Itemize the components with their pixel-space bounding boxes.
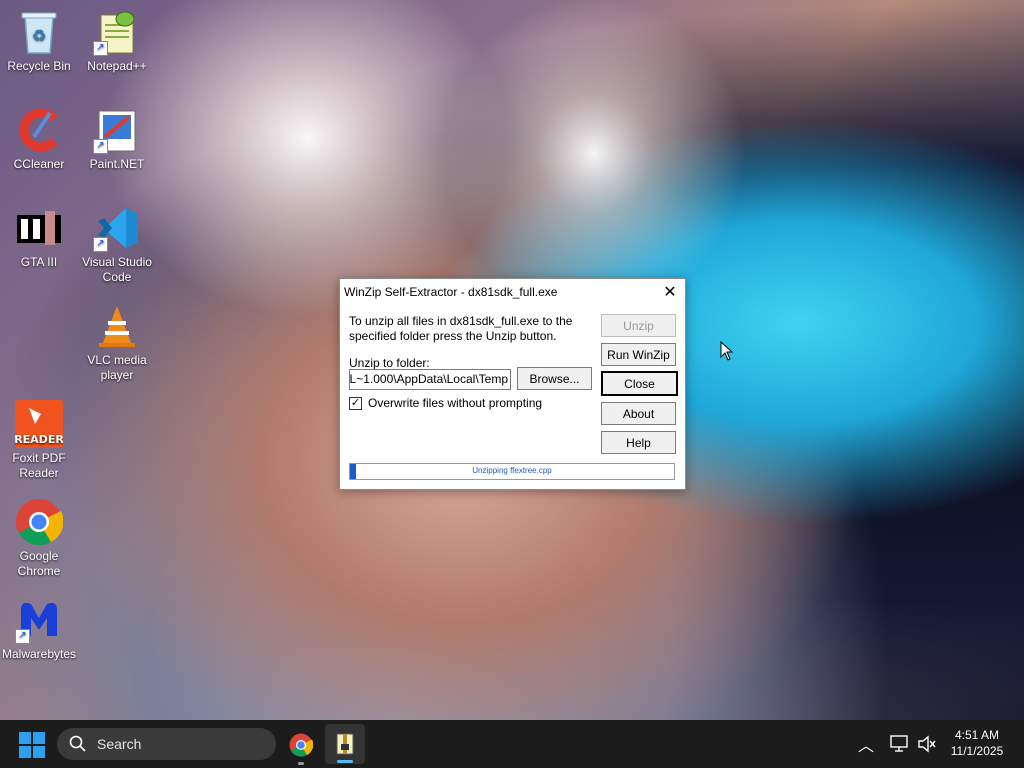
chrome-icon	[289, 733, 313, 757]
run-winzip-button[interactable]: Run WinZip	[601, 343, 676, 366]
overwrite-checkbox-label: Overwrite files without prompting	[368, 396, 543, 410]
chevron-up-icon[interactable]: ︿	[858, 732, 874, 756]
help-button[interactable]: Help	[601, 431, 676, 454]
search-icon	[69, 735, 86, 752]
overwrite-checkbox[interactable]: ✓	[349, 396, 362, 410]
desktop-icon-foxit-reader[interactable]: READER Foxit PDF Reader	[0, 400, 78, 481]
mouse-cursor-icon	[720, 341, 734, 361]
taskbar-search[interactable]: Search	[57, 728, 276, 760]
notepad-plus-plus-icon: ↗	[93, 8, 141, 56]
windows-logo-icon-part	[33, 746, 45, 758]
running-indicator	[298, 762, 304, 765]
search-placeholder: Search	[97, 736, 142, 752]
clock[interactable]: 4:51 AM 11/1/2025	[942, 727, 1012, 759]
overwrite-checkbox-row[interactable]: ✓ Overwrite files without prompting	[349, 396, 542, 410]
desktop-icon-label: GTA III	[20, 255, 58, 269]
ccleaner-icon	[15, 106, 63, 154]
taskbar-winzip[interactable]	[325, 724, 365, 764]
browse-button[interactable]: Browse...	[517, 367, 592, 390]
desktop-icon-label: Google Chrome	[17, 549, 61, 578]
foxit-badge-text: READER	[15, 433, 63, 446]
desktop-icon-label: Notepad++	[87, 59, 147, 73]
svg-text:♻: ♻	[32, 26, 46, 45]
desktop-icon-vlc[interactable]: VLC media player	[78, 302, 156, 383]
dialog-instructions: To unzip all files in dx81sdk_full.exe t…	[349, 314, 573, 343]
gta-iii-icon	[15, 204, 63, 252]
start-button[interactable]	[19, 732, 45, 758]
desktop-icon-gta-iii[interactable]: GTA III	[0, 204, 78, 270]
desktop-icon-chrome[interactable]: Google Chrome	[0, 498, 78, 579]
desktop-icon-notepad-plus-plus[interactable]: ↗ Notepad++	[78, 8, 156, 74]
shortcut-arrow-icon: ↗	[15, 629, 30, 644]
shortcut-arrow-icon: ↗	[93, 41, 108, 56]
desktop-icon-malwarebytes[interactable]: ↗ Malwarebytes	[0, 596, 78, 662]
folder-label: Unzip to folder:	[349, 356, 430, 370]
desktop-icon-paint-net[interactable]: ↗ Paint.NET	[78, 106, 156, 172]
network-icon[interactable]	[890, 735, 910, 753]
clock-date: 11/1/2025	[950, 744, 1004, 758]
windows-logo-icon-part	[33, 732, 45, 744]
shortcut-arrow-icon: ↗	[93, 139, 108, 154]
desktop-icon-label: Visual Studio Code	[82, 255, 152, 284]
unzip-button[interactable]: Unzip	[601, 314, 676, 337]
folder-input-value: C:\Users\CUL~1.000\AppData\Local\Temp	[349, 372, 508, 386]
taskbar: Search ︿ 4:51 AM 11/1/2025	[0, 720, 1024, 768]
desktop-icon-label: CCleaner	[13, 157, 65, 171]
malwarebytes-icon: ↗	[15, 596, 63, 644]
clock-time: 4:51 AM	[954, 728, 1000, 742]
winzip-self-extractor-dialog: WinZip Self-Extractor - dx81sdk_full.exe…	[339, 278, 686, 490]
dialog-title: WinZip Self-Extractor - dx81sdk_full.exe	[344, 285, 558, 299]
volume-muted-icon[interactable]	[917, 735, 937, 753]
desktop-icon-ccleaner[interactable]: CCleaner	[0, 106, 78, 172]
windows-logo-icon	[19, 732, 31, 744]
desktop-icon-label: Recycle Bin	[7, 59, 71, 73]
close-icon[interactable]: ✕	[655, 279, 685, 305]
active-indicator	[337, 760, 353, 763]
foxit-reader-icon: READER	[15, 400, 63, 448]
desktop-icon-vscode[interactable]: ↗ Visual Studio Code	[78, 204, 156, 285]
desktop-icon-label: Paint.NET	[89, 157, 145, 171]
recycle-bin-icon: ♻	[15, 8, 63, 56]
desktop-icon-label: VLC media player	[87, 353, 147, 382]
vlc-icon	[93, 302, 141, 350]
desktop-icon-label: Malwarebytes	[1, 647, 77, 661]
close-button[interactable]: Close	[601, 371, 678, 396]
progress-text: Unzipping ffextree.cpp	[472, 466, 552, 475]
vscode-icon: ↗	[93, 204, 141, 252]
extraction-progress-bar: Unzipping ffextree.cpp	[349, 463, 675, 480]
about-button[interactable]: About	[601, 402, 676, 425]
chrome-icon	[15, 498, 63, 546]
desktop-icon-recycle-bin[interactable]: ♻ Recycle Bin	[0, 8, 78, 74]
paint-net-icon: ↗	[93, 106, 141, 154]
desktop-icon-label: Foxit PDF Reader	[12, 451, 66, 480]
windows-logo-icon-part	[19, 746, 31, 758]
taskbar-chrome[interactable]	[285, 728, 317, 765]
dialog-titlebar[interactable]: WinZip Self-Extractor - dx81sdk_full.exe…	[340, 279, 685, 305]
winzip-app-icon	[336, 733, 354, 755]
folder-input[interactable]: C:\Users\CUL~1.000\AppData\Local\Temp	[349, 369, 511, 390]
shortcut-arrow-icon: ↗	[93, 237, 108, 252]
